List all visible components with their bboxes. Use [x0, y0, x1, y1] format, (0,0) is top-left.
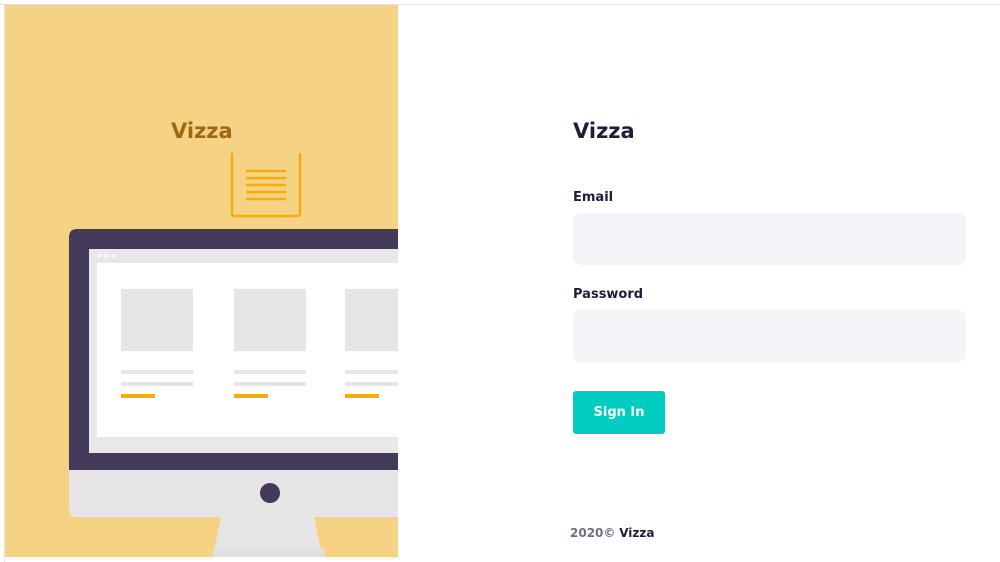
sign-in-button[interactable]: Sign In: [573, 391, 665, 434]
password-label: Password: [573, 287, 644, 302]
hero-brand-logo: Vizza: [171, 119, 233, 143]
email-label: Email: [573, 190, 614, 205]
footer-year: 2020©: [570, 526, 616, 540]
document-icon: [230, 153, 302, 218]
login-panel: Vizza Email Password Sign In 2020© Vizza: [398, 5, 1000, 562]
email-field[interactable]: [573, 213, 966, 265]
computer-illustration: [69, 153, 398, 557]
hero-illustration-panel: Vizza: [5, 5, 398, 557]
footer-copyright: 2020© Vizza: [570, 526, 655, 540]
power-button-icon: [260, 483, 280, 503]
brand-title: Vizza: [573, 119, 635, 143]
password-field[interactable]: [573, 310, 966, 362]
footer-brand: Vizza: [619, 526, 655, 540]
